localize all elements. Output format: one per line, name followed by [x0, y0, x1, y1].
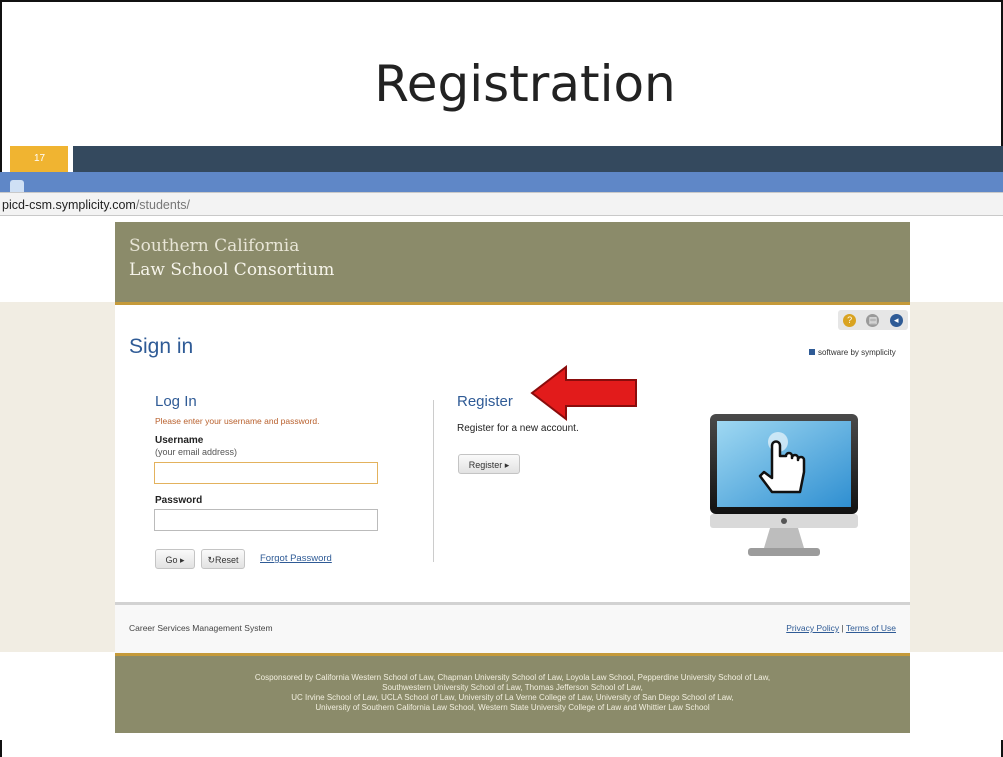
browser-tab[interactable]	[10, 180, 24, 192]
page-heading: Sign in	[129, 335, 194, 358]
banner-line-1: Southern California	[129, 236, 300, 256]
cosponsor-line-4: University of Southern California Law Sc…	[315, 703, 710, 712]
print-icon[interactable]: ▤	[866, 313, 880, 327]
cosponsor-line-3: UC Irvine School of Law, UCLA School of …	[291, 693, 734, 702]
page-side-right	[910, 302, 1003, 652]
slide-border-top	[0, 0, 1003, 2]
username-sublabel: (your email address)	[155, 447, 238, 457]
site-banner: Southern California Law School Consortiu…	[115, 222, 910, 305]
go-button[interactable]: Go ▸	[155, 549, 195, 569]
register-title: Register	[457, 393, 513, 410]
privacy-policy-link[interactable]: Privacy Policy	[786, 623, 839, 633]
footer-bar: Career Services Management System Privac…	[115, 602, 910, 655]
password-field[interactable]	[154, 509, 378, 531]
page-side-left	[0, 302, 115, 652]
address-bar[interactable]: picd-csm.symplicity.com/students/	[0, 192, 1003, 216]
url-path: /students/	[135, 198, 191, 212]
forgot-password-link[interactable]: Forgot Password	[260, 553, 332, 564]
slide-title: Registration	[374, 55, 676, 113]
computer-monitor-icon	[710, 414, 858, 556]
register-description: Register for a new account.	[457, 423, 579, 434]
info-icon[interactable]: ◂	[889, 313, 903, 327]
red-arrow-icon	[530, 365, 637, 421]
browser-tab-strip	[0, 172, 1003, 192]
footer-links: Privacy Policy | Terms of Use	[786, 623, 896, 633]
reset-button[interactable]: ↻Reset	[201, 549, 245, 569]
slide-header-bar	[73, 146, 1003, 172]
password-label: Password	[155, 495, 203, 506]
software-by-label: software by symplicity	[809, 348, 896, 357]
cosponsor-line-1: Cosponsored by California Western School…	[254, 673, 771, 682]
banner-line-2: Law School Consortium	[129, 260, 335, 280]
username-label: Username	[155, 435, 204, 446]
footer-system-name: Career Services Management System	[129, 623, 273, 633]
symplicity-logo-icon	[809, 349, 815, 355]
footer-separator: |	[839, 623, 846, 633]
login-title: Log In	[155, 393, 197, 410]
cosponsor-line-2: Southwestern University School of Law, T…	[382, 683, 643, 692]
register-button[interactable]: Register ▸	[458, 454, 520, 474]
help-icon[interactable]: ?	[843, 313, 857, 327]
login-hint: Please enter your username and password.	[155, 416, 320, 426]
cosponsor-footer: Cosponsored by California Western School…	[115, 653, 910, 733]
software-by-text: software by symplicity	[818, 348, 896, 357]
column-divider	[433, 400, 434, 562]
username-field[interactable]	[154, 462, 378, 484]
terms-of-use-link[interactable]: Terms of Use	[846, 623, 896, 633]
utility-icons: ? ▤ ◂	[838, 310, 908, 330]
slide-number: 17	[10, 146, 68, 172]
main-content: ? ▤ ◂ Sign in software by symplicity Log…	[115, 305, 910, 602]
url-host: picd-csm.symplicity.com	[2, 198, 136, 212]
